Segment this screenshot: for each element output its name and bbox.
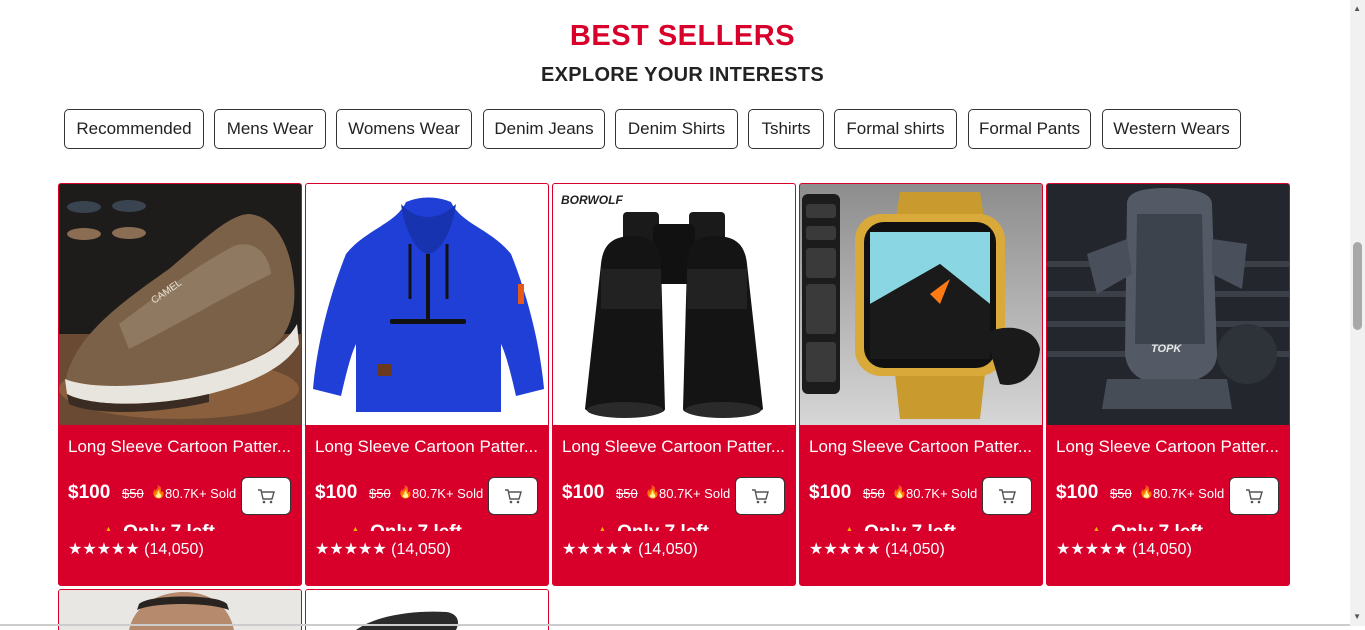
- stock-text: Only 7 left: [617, 522, 709, 531]
- shoe-image: CAMEL: [59, 184, 301, 425]
- warning-icon: ▲: [593, 522, 617, 531]
- product-sold-count: 80.7K+ Sold: [412, 486, 484, 501]
- page-subtitle: EXPLORE YOUR INTERESTS: [541, 64, 824, 86]
- rating-stars: ★★★★★: [809, 541, 881, 558]
- product-image[interactable]: [800, 184, 1042, 425]
- stock-warning: ▲ Only 7 left: [346, 521, 462, 531]
- warning-icon: ▲: [99, 522, 123, 531]
- tab-formal-pants[interactable]: Formal Pants: [968, 109, 1091, 149]
- product-old-price: $50: [122, 486, 144, 501]
- rating-stars: ★★★★★: [68, 541, 140, 558]
- product-rating: ★★★★★ (14,050): [68, 539, 204, 559]
- product-rating: ★★★★★ (14,050): [809, 539, 945, 559]
- fire-icon: 🔥: [892, 485, 907, 499]
- stock-text: Only 7 left: [123, 522, 215, 531]
- product-name[interactable]: Long Sleeve Cartoon Patter...: [562, 437, 787, 457]
- stock-text: Only 7 left: [370, 522, 462, 531]
- product-sold-count: 80.7K+ Sold: [906, 486, 978, 501]
- stock-warning: ▲ Only 7 left: [593, 521, 709, 531]
- tab-western-wears[interactable]: Western Wears: [1102, 109, 1241, 149]
- review-count: (14,050): [144, 541, 204, 558]
- tab-denim-shirts[interactable]: Denim Shirts: [615, 109, 738, 149]
- scroll-up-icon[interactable]: ▲: [1353, 4, 1361, 13]
- warning-icon: ▲: [346, 522, 370, 531]
- tab-recommended[interactable]: Recommended: [64, 109, 204, 149]
- review-count: (14,050): [885, 541, 945, 558]
- cart-icon: [999, 489, 1016, 504]
- product-card[interactable]: BORWOLF Long Sleeve Cartoon Patter... $1…: [552, 183, 796, 586]
- vertical-scrollbar[interactable]: ▲ ▼: [1350, 0, 1365, 626]
- tab-denim-jeans[interactable]: Denim Jeans: [483, 109, 605, 149]
- product-price: $100: [809, 482, 852, 503]
- product-rating: ★★★★★ (14,050): [315, 539, 451, 559]
- brand-mark: BORWOLF: [561, 193, 623, 207]
- warning-icon: ▲: [840, 522, 864, 531]
- review-count: (14,050): [391, 541, 451, 558]
- tab-formal-shirts[interactable]: Formal shirts: [834, 109, 957, 149]
- rating-stars: ★★★★★: [315, 541, 387, 558]
- hoodie-image: [306, 184, 548, 425]
- product-name[interactable]: Long Sleeve Cartoon Patter...: [1056, 437, 1281, 457]
- product-old-price: $50: [863, 486, 885, 501]
- stock-warning: ▲ Only 7 left: [840, 521, 956, 531]
- cart-icon: [505, 489, 522, 504]
- add-to-cart-button[interactable]: [488, 477, 538, 515]
- product-image[interactable]: TOPK: [1047, 184, 1289, 425]
- product-old-price: $50: [616, 486, 638, 501]
- fire-icon: 🔥: [1139, 485, 1154, 499]
- fire-icon: 🔥: [151, 485, 166, 499]
- product-old-price: $50: [369, 486, 391, 501]
- product-price: $100: [315, 482, 358, 503]
- product-card[interactable]: CAMEL Long Sleeve Cartoon Patter... $100…: [58, 183, 302, 586]
- tab-womens-wear[interactable]: Womens Wear: [336, 109, 472, 149]
- smartwatch-image: [800, 184, 1042, 425]
- add-to-cart-button[interactable]: [241, 477, 291, 515]
- stock-text: Only 7 left: [864, 522, 956, 531]
- review-count: (14,050): [1132, 541, 1192, 558]
- fire-icon: 🔥: [645, 485, 660, 499]
- product-sold-count: 80.7K+ Sold: [659, 486, 731, 501]
- rating-stars: ★★★★★: [562, 541, 634, 558]
- product-price: $100: [1056, 482, 1099, 503]
- product-card[interactable]: Long Sleeve Cartoon Patter... $100 $50 🔥…: [799, 183, 1043, 586]
- product-image[interactable]: [306, 184, 548, 425]
- review-count: (14,050): [638, 541, 698, 558]
- cart-icon: [1246, 489, 1263, 504]
- product-card[interactable]: Long Sleeve Cartoon Patter... $100 $50 🔥…: [305, 183, 549, 586]
- add-to-cart-button[interactable]: [1229, 477, 1279, 515]
- product-price: $100: [68, 482, 111, 503]
- tab-tshirts[interactable]: Tshirts: [748, 109, 824, 149]
- scrollbar-thumb[interactable]: [1353, 242, 1362, 330]
- add-to-cart-button[interactable]: [982, 477, 1032, 515]
- scroll-down-icon[interactable]: ▼: [1353, 612, 1361, 621]
- cart-icon: [752, 489, 769, 504]
- tab-mens-wear[interactable]: Mens Wear: [214, 109, 326, 149]
- stock-warning: ▲ Only 7 left: [99, 521, 215, 531]
- product-price: $100: [562, 482, 605, 503]
- fire-icon: 🔥: [398, 485, 413, 499]
- product-name[interactable]: Long Sleeve Cartoon Patter...: [315, 437, 540, 457]
- rating-stars: ★★★★★: [1056, 541, 1128, 558]
- product-sold-count: 80.7K+ Sold: [1153, 486, 1225, 501]
- add-to-cart-button[interactable]: [735, 477, 785, 515]
- product-image[interactable]: BORWOLF: [553, 184, 795, 425]
- product-old-price: $50: [1110, 486, 1132, 501]
- product-sold-count: 80.7K+ Sold: [165, 486, 237, 501]
- product-rating: ★★★★★ (14,050): [1056, 539, 1192, 559]
- product-card[interactable]: TOPK Long Sleeve Cartoon Patter... $100 …: [1046, 183, 1290, 586]
- cart-icon: [258, 489, 275, 504]
- stock-text: Only 7 left: [1111, 522, 1203, 531]
- binoculars-image: BORWOLF: [553, 184, 795, 425]
- product-name[interactable]: Long Sleeve Cartoon Patter...: [68, 437, 293, 457]
- brand-mark: TOPK: [1151, 343, 1182, 355]
- warning-icon: ▲: [1087, 522, 1111, 531]
- product-name[interactable]: Long Sleeve Cartoon Patter...: [809, 437, 1034, 457]
- product-rating: ★★★★★ (14,050): [562, 539, 698, 559]
- phone-holder-image: TOPK: [1047, 184, 1289, 425]
- stock-warning: ▲ Only 7 left: [1087, 521, 1203, 531]
- page-title: BEST SELLERS: [569, 20, 796, 52]
- product-image[interactable]: CAMEL: [59, 184, 301, 425]
